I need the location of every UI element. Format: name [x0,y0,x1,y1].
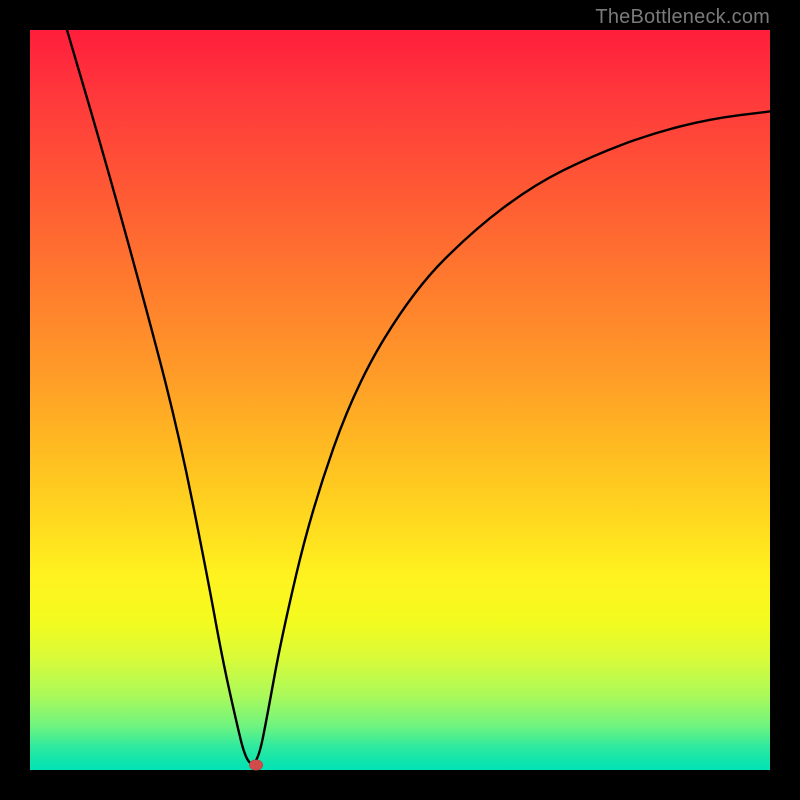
curve-layer [30,30,770,770]
chart-stage: TheBottleneck.com [0,0,800,800]
bottleneck-curve [67,30,770,764]
watermark-text: TheBottleneck.com [595,6,770,29]
optimum-marker [249,759,263,770]
plot-area [30,30,770,770]
